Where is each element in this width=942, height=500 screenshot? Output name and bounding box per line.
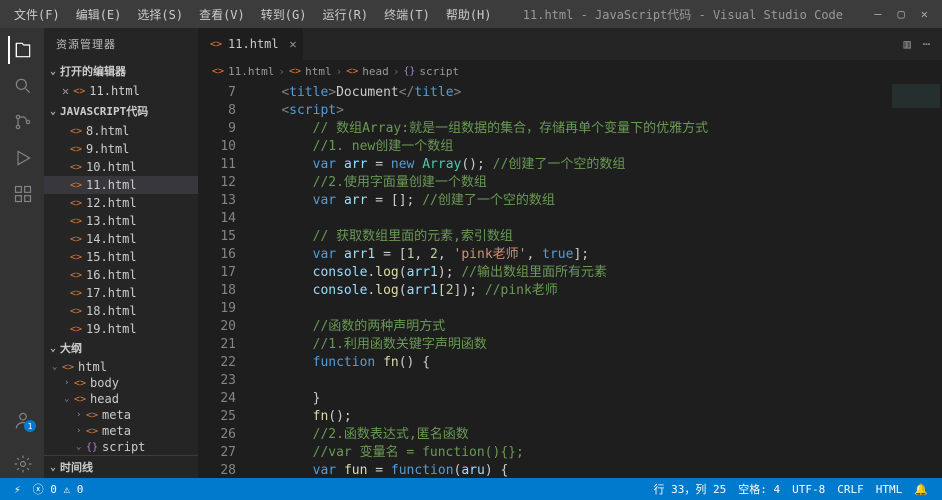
file-item[interactable]: <>17.html bbox=[44, 284, 198, 302]
outline-item[interactable]: ›<>meta bbox=[44, 423, 198, 439]
open-editor-item[interactable]: ✕<>11.html bbox=[44, 82, 198, 100]
status-spaces[interactable]: 空格: 4 bbox=[732, 481, 786, 497]
activity-bar: 1 bbox=[0, 28, 44, 478]
explorer-icon[interactable] bbox=[8, 36, 36, 64]
status-errors[interactable]: ⓧ 0 ⚠ 0 bbox=[27, 481, 90, 497]
breadcrumbs[interactable]: <>11.html›<>html›<>head›{}script bbox=[198, 60, 942, 82]
file-item[interactable]: <>15.html bbox=[44, 248, 198, 266]
section-outline[interactable]: 大纲 bbox=[44, 337, 198, 359]
file-item[interactable]: <>12.html bbox=[44, 194, 198, 212]
source-control-icon[interactable] bbox=[8, 108, 36, 136]
section-timeline[interactable]: 时间线 bbox=[44, 455, 198, 478]
outline-tree: ⌄<>html›<>body⌄<>head›<>meta›<>meta⌄{}sc… bbox=[44, 359, 198, 455]
tab-bar: <> 11.html ✕ ▥ ⋯ bbox=[198, 28, 942, 60]
outline-item[interactable]: ⌄<>html bbox=[44, 359, 198, 375]
menu-item[interactable]: 文件(F) bbox=[6, 2, 68, 27]
file-tree: <>8.html<>9.html<>10.html<>11.html<>12.h… bbox=[44, 122, 198, 337]
tab-11html[interactable]: <> 11.html ✕ bbox=[198, 28, 304, 60]
outline-item[interactable]: ⌄{}script bbox=[44, 439, 198, 455]
maximize-icon[interactable]: ▢ bbox=[898, 7, 905, 21]
sidebar: 资源管理器 打开的编辑器 ✕<>11.html JAVASCRIPT代码 <>8… bbox=[44, 28, 198, 478]
file-item[interactable]: <>8.html bbox=[44, 122, 198, 140]
file-item[interactable]: <>14.html bbox=[44, 230, 198, 248]
file-item[interactable]: <>10.html bbox=[44, 158, 198, 176]
status-eol[interactable]: CRLF bbox=[831, 483, 870, 496]
sidebar-title: 资源管理器 bbox=[44, 28, 198, 60]
file-item[interactable]: <>16.html bbox=[44, 266, 198, 284]
file-item[interactable]: <>9.html bbox=[44, 140, 198, 158]
section-open-editors[interactable]: 打开的编辑器 bbox=[44, 60, 198, 82]
more-actions-icon[interactable]: ⋯ bbox=[923, 37, 930, 51]
outline-item[interactable]: ⌄<>head bbox=[44, 391, 198, 407]
run-debug-icon[interactable] bbox=[8, 144, 36, 172]
html-file-icon: <> bbox=[210, 39, 222, 50]
window-title: 11.html - JavaScript代码 - Visual Studio C… bbox=[500, 6, 867, 23]
file-item[interactable]: <>19.html bbox=[44, 320, 198, 337]
menu-item[interactable]: 帮助(H) bbox=[438, 2, 500, 27]
status-encoding[interactable]: UTF-8 bbox=[786, 483, 831, 496]
file-item[interactable]: <>11.html bbox=[44, 176, 198, 194]
code-editor[interactable]: 7891011121314151617181920212223242526272… bbox=[198, 82, 942, 478]
menu-item[interactable]: 运行(R) bbox=[314, 2, 376, 27]
remote-icon[interactable]: ⚡ bbox=[8, 483, 27, 496]
tab-label: 11.html bbox=[228, 37, 279, 51]
menu-item[interactable]: 转到(G) bbox=[253, 2, 315, 27]
outline-item[interactable]: ›<>meta bbox=[44, 407, 198, 423]
file-item[interactable]: <>18.html bbox=[44, 302, 198, 320]
search-icon[interactable] bbox=[8, 72, 36, 100]
extensions-icon[interactable] bbox=[8, 180, 36, 208]
file-item[interactable]: <>13.html bbox=[44, 212, 198, 230]
menu-item[interactable]: 选择(S) bbox=[129, 2, 191, 27]
minimap[interactable] bbox=[892, 84, 940, 144]
status-language[interactable]: HTML bbox=[870, 483, 909, 496]
accounts-icon[interactable]: 1 bbox=[8, 406, 36, 434]
code-content[interactable]: <title>Document</title> <script> // 数组Ar… bbox=[250, 82, 942, 478]
window-controls: — ▢ ✕ bbox=[866, 7, 936, 21]
menubar: 文件(F)编辑(E)选择(S)查看(V)转到(G)运行(R)终端(T)帮助(H)… bbox=[0, 0, 942, 28]
menu-item[interactable]: 终端(T) bbox=[376, 2, 438, 27]
account-badge: 1 bbox=[24, 420, 36, 432]
settings-gear-icon[interactable] bbox=[8, 450, 36, 478]
close-icon[interactable]: ✕ bbox=[921, 7, 928, 21]
status-line-col[interactable]: 行 33，列 25 bbox=[648, 481, 733, 497]
editor-group: <> 11.html ✕ ▥ ⋯ <>11.html›<>html›<>head… bbox=[198, 28, 942, 478]
line-numbers: 7891011121314151617181920212223242526272… bbox=[198, 82, 250, 478]
outline-item[interactable]: ›<>body bbox=[44, 375, 198, 391]
status-bar: ⚡ ⓧ 0 ⚠ 0 行 33，列 25 空格: 4 UTF-8 CRLF HTM… bbox=[0, 478, 942, 500]
menu-item[interactable]: 查看(V) bbox=[191, 2, 253, 27]
menu-item[interactable]: 编辑(E) bbox=[68, 2, 130, 27]
tab-close-icon[interactable]: ✕ bbox=[289, 37, 296, 51]
status-bell-icon[interactable]: 🔔 bbox=[908, 483, 934, 496]
minimize-icon[interactable]: — bbox=[874, 7, 881, 21]
section-workspace[interactable]: JAVASCRIPT代码 bbox=[44, 100, 198, 122]
split-editor-icon[interactable]: ▥ bbox=[904, 37, 911, 51]
